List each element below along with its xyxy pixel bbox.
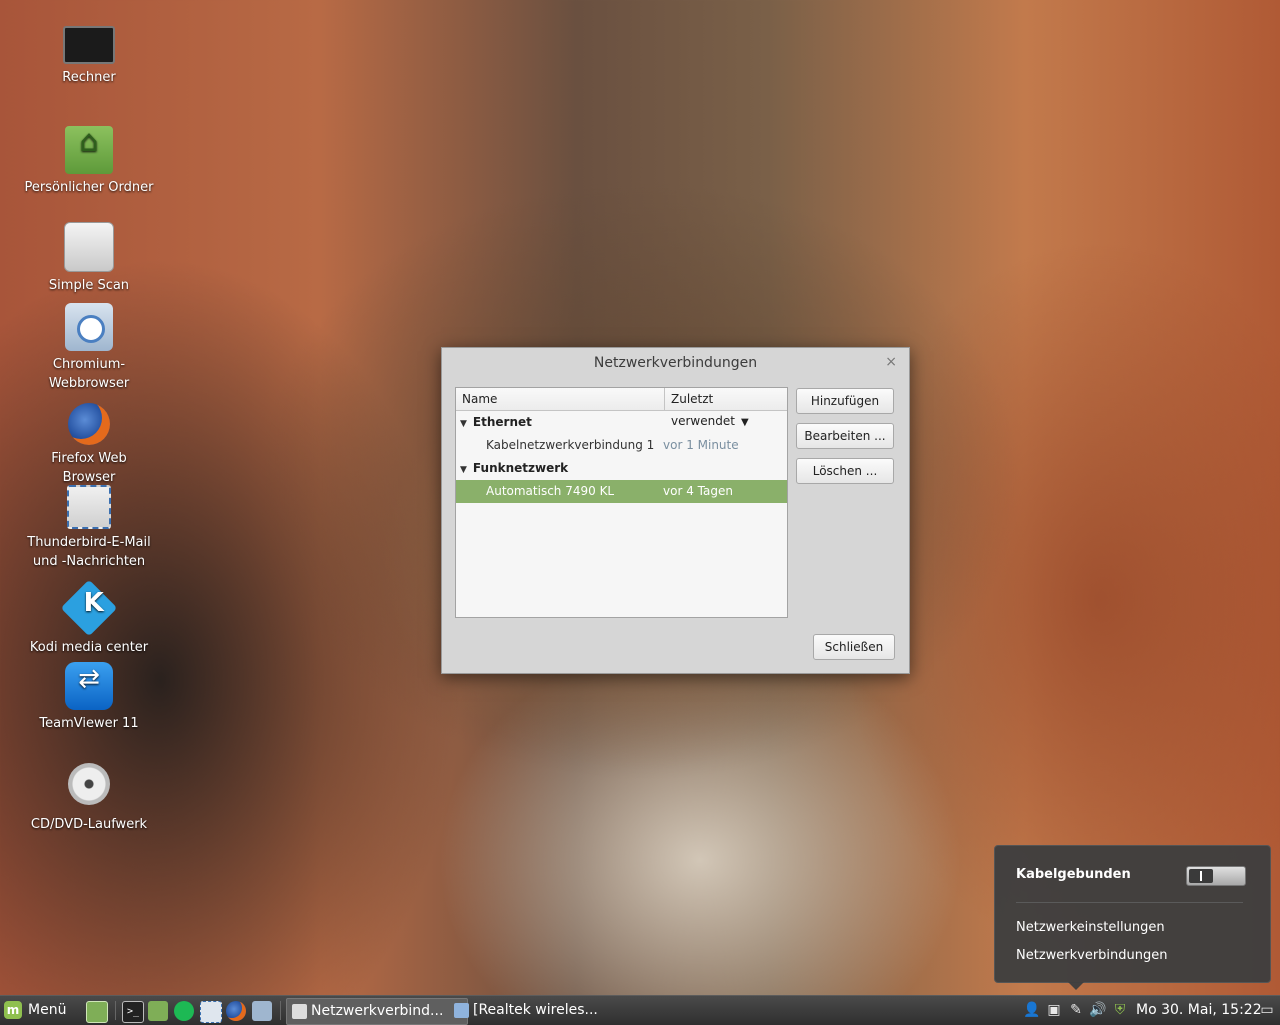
desktop-icon-home[interactable]: Persönlicher Ordner bbox=[24, 126, 154, 197]
firefox-icon bbox=[68, 403, 110, 445]
desktop-icon-label: Rechner bbox=[62, 70, 116, 85]
group-label: Ethernet bbox=[472, 415, 532, 429]
task-network-connections[interactable]: Netzwerkverbind... bbox=[286, 998, 468, 1025]
desktop-icon-chromium[interactable]: Chromium-Webbrowser bbox=[24, 303, 154, 393]
connection-last-used: vor 4 Tagen bbox=[663, 484, 733, 498]
terminal-icon[interactable]: >_ bbox=[122, 1001, 144, 1023]
chromium-icon bbox=[65, 303, 113, 351]
edit-button[interactable]: Bearbeiten ... bbox=[796, 423, 894, 449]
desktop-icon-label: Kodi media center bbox=[29, 640, 149, 655]
close-icon[interactable]: × bbox=[885, 354, 897, 370]
task-label: [Realtek wireles... bbox=[473, 1002, 598, 1018]
thunderbird-icon bbox=[67, 485, 111, 529]
desktop-icon-cd-drive[interactable]: CD/DVD-Laufwerk bbox=[24, 763, 154, 834]
task-label: Netzwerkverbind... bbox=[311, 1003, 444, 1019]
network-popup: Kabelgebunden Netzwerkeinstellungen Netz… bbox=[994, 845, 1271, 990]
wired-toggle-switch[interactable] bbox=[1186, 866, 1246, 886]
close-button[interactable]: Schließen bbox=[813, 634, 895, 660]
connection-name: Kabelnetzwerkverbindung 1 bbox=[486, 438, 655, 452]
column-header-last-used[interactable]: Zuletzt verwendet ▼ bbox=[665, 388, 787, 428]
desktop-icon-label: Simple Scan bbox=[48, 278, 130, 293]
desktop-icon-label: Thunderbird-E-Mail und -Nachrichten bbox=[27, 535, 151, 569]
network-icon[interactable]: ✎ bbox=[1066, 1000, 1086, 1020]
connections-list: Name Zuletzt verwendet ▼ ▼ Ethernet Kabeln… bbox=[455, 387, 788, 618]
desktop-icon-label: Chromium-Webbrowser bbox=[48, 357, 130, 391]
list-item[interactable]: Kabelnetzwerkverbindung 1 vor 1 Minute bbox=[456, 434, 787, 457]
volume-icon[interactable]: 🔊 bbox=[1088, 1000, 1108, 1020]
desktop-icon-firefox[interactable]: Firefox Web Browser bbox=[24, 403, 154, 487]
taskbar: m Menü >_ Netzwerkverbind... [Realtek wir… bbox=[0, 995, 1280, 1025]
wired-heading: Kabelgebunden bbox=[1016, 867, 1131, 882]
network-settings-link[interactable]: Netzwerkeinstellungen bbox=[1016, 920, 1165, 935]
chromium-icon[interactable] bbox=[252, 1001, 272, 1021]
dialog-title: Netzwerkverbindungen bbox=[593, 355, 758, 371]
user-icon[interactable]: 👤 bbox=[1022, 1000, 1042, 1020]
home-folder-icon bbox=[65, 126, 113, 174]
desktop-icon-thunderbird[interactable]: Thunderbird-E-Mail und -Nachrichten bbox=[24, 485, 154, 571]
mint-logo-icon: m bbox=[4, 1001, 22, 1019]
group-label: Funknetzwerk bbox=[472, 461, 569, 475]
expander-arrow-icon[interactable]: ▼ bbox=[460, 465, 467, 475]
scanner-icon bbox=[64, 222, 114, 272]
task-realtek-wireless[interactable]: [Realtek wireles... bbox=[449, 998, 629, 1023]
workspace-switcher-icon[interactable]: ▭ bbox=[1257, 1000, 1277, 1020]
column-header-name[interactable]: Name bbox=[456, 388, 665, 410]
network-connections-dialog: Netzwerkverbindungen × Name Zuletzt verw… bbox=[441, 347, 910, 674]
divider bbox=[1016, 902, 1243, 903]
files-folder-icon[interactable] bbox=[148, 1001, 168, 1021]
teamviewer-icon bbox=[65, 662, 113, 710]
computer-icon bbox=[63, 26, 115, 64]
connection-last-used: vor 1 Minute bbox=[663, 438, 739, 452]
desktop-icon-rechner[interactable]: Rechner bbox=[24, 20, 154, 87]
thunderbird-icon[interactable] bbox=[200, 1001, 222, 1023]
group-ethernet[interactable]: ▼ Ethernet bbox=[456, 411, 787, 434]
firefox-icon[interactable] bbox=[226, 1001, 246, 1021]
menu-label: Menü bbox=[28, 1002, 67, 1018]
desktop-icon-kodi[interactable]: Kodi media center bbox=[24, 579, 154, 657]
divider bbox=[280, 1001, 281, 1020]
divider bbox=[115, 1001, 116, 1020]
spotify-icon[interactable] bbox=[174, 1001, 194, 1021]
kodi-icon bbox=[60, 579, 118, 637]
network-connections-link[interactable]: Netzwerkverbindungen bbox=[1016, 948, 1168, 963]
group-funknetzwerk[interactable]: ▼ Funknetzwerk bbox=[456, 457, 787, 480]
browser-window-icon bbox=[454, 1003, 469, 1018]
desktop-icon-teamviewer[interactable]: TeamViewer 11 bbox=[24, 662, 154, 733]
add-button[interactable]: Hinzufügen bbox=[796, 388, 894, 414]
update-manager-icon[interactable]: ▣ bbox=[1044, 1000, 1064, 1020]
clock[interactable]: Mo 30. Mai, 15:22 bbox=[1136, 996, 1262, 1025]
desktop-icon-label: Firefox Web Browser bbox=[51, 451, 127, 485]
list-header: Name Zuletzt verwendet ▼ bbox=[456, 388, 787, 428]
desktop-icon-label: TeamViewer 11 bbox=[39, 716, 139, 731]
desktop-icon-label: Persönlicher Ordner bbox=[24, 180, 154, 195]
show-desktop-icon[interactable] bbox=[86, 1001, 108, 1023]
switch-knob bbox=[1189, 869, 1213, 883]
cd-disc-icon bbox=[68, 763, 110, 805]
delete-button[interactable]: Löschen ... bbox=[796, 458, 894, 484]
shield-icon[interactable]: ⛨ bbox=[1110, 1000, 1130, 1020]
list-item-selected[interactable]: Automatisch 7490 KL vor 4 Tagen bbox=[456, 480, 787, 503]
network-window-icon bbox=[292, 1004, 307, 1019]
connection-name: Automatisch 7490 KL bbox=[486, 484, 615, 498]
menu-button[interactable]: m Menü bbox=[4, 999, 72, 1022]
expander-arrow-icon[interactable]: ▼ bbox=[460, 419, 467, 429]
desktop-icon-label: CD/DVD-Laufwerk bbox=[30, 817, 148, 832]
desktop-icon-simple-scan[interactable]: Simple Scan bbox=[24, 222, 154, 295]
